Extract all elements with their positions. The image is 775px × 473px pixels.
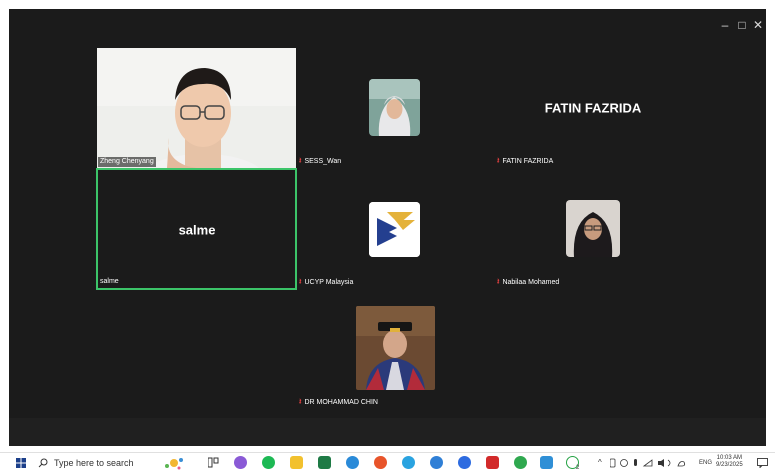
avatar-chin: [356, 306, 435, 390]
windows-start-icon[interactable]: [16, 458, 26, 468]
chrome-icon[interactable]: [346, 456, 359, 469]
avatar-ucyp: [369, 202, 420, 257]
avatar-photo: [356, 306, 435, 390]
green-app-icon[interactable]: [514, 456, 527, 469]
avatar-photo: [369, 79, 420, 136]
language-indicator[interactable]: ENG: [699, 460, 712, 467]
ucyp-logo-icon: [369, 202, 420, 257]
avatar-photo: [566, 200, 620, 257]
avatar-nabilaa: [566, 200, 620, 257]
mic-muted-icon: 𝄽: [299, 277, 302, 286]
participant-name: FATIN FAZRIDA: [502, 158, 554, 165]
avatar-sess-wan: [369, 79, 420, 136]
meeting-footer: [9, 418, 766, 446]
close-button[interactable]: ✕: [747, 15, 766, 35]
mic-muted-icon: 𝄽: [497, 156, 500, 165]
color-app-icon[interactable]: [234, 456, 247, 469]
participant-label-chin: 𝄽 DR MOHAMMAD CHIN: [299, 397, 378, 408]
participant-name: UCYP Malaysia: [304, 279, 354, 286]
participant-tile-zheng[interactable]: Zheng Chenyang: [97, 48, 296, 168]
notifications-icon[interactable]: [757, 458, 768, 468]
system-tray-icons[interactable]: [610, 458, 690, 468]
clock-time: 10:03 AM: [716, 455, 743, 461]
windows-taskbar: Type here to search 2 ^ ENG 10:03 AM 9/2…: [0, 452, 775, 473]
meeting-window: – □ ✕ Zheng Chenyang 𝄽 SESS_Wan FATIN FA…: [9, 9, 766, 446]
whatsapp-badge: 2: [576, 465, 580, 471]
telegram-icon[interactable]: [402, 456, 415, 469]
file-explorer-icon[interactable]: [290, 456, 303, 469]
participant-name: salme: [100, 278, 119, 285]
acrobat-icon[interactable]: [486, 456, 499, 469]
excel-icon[interactable]: [318, 456, 331, 469]
taskbar-search-box[interactable]: Type here to search: [38, 455, 134, 471]
tray-chevron-icon[interactable]: ^: [598, 459, 602, 467]
search-placeholder: Type here to search: [54, 458, 134, 468]
mic-muted-icon: 𝄽: [299, 156, 302, 165]
edge-icon[interactable]: [430, 456, 443, 469]
sticky-notes-icon[interactable]: [540, 456, 553, 469]
task-view-icon[interactable]: [208, 457, 219, 468]
mic-muted-icon: 𝄽: [299, 397, 302, 406]
copilot-icon[interactable]: [163, 455, 185, 471]
participant-display-name: FATIN FAZRIDA: [544, 100, 642, 116]
participant-name: DR MOHAMMAD CHIN: [304, 399, 378, 406]
taskbar-clock[interactable]: 10:03 AM 9/23/2025: [716, 455, 743, 469]
participant-name: Zheng Chenyang: [98, 157, 156, 167]
participant-tile-salme[interactable]: salme salme: [96, 168, 297, 290]
clock-date: 9/23/2025: [716, 462, 743, 468]
zoom-icon[interactable]: [458, 456, 471, 469]
participant-label-ucyp: 𝄽 UCYP Malaysia: [299, 277, 353, 288]
mic-muted-icon: 𝄽: [497, 277, 500, 286]
participant-name: Nabilaa Mohamed: [502, 279, 560, 286]
participant-label-nabilaa: 𝄽 Nabilaa Mohamed: [497, 277, 559, 288]
search-icon: [38, 458, 48, 468]
participant-display-name: salme: [178, 222, 216, 238]
participant-name: SESS_Wan: [304, 158, 342, 165]
participant-label-sess-wan: 𝄽 SESS_Wan: [299, 156, 341, 167]
spotify-icon[interactable]: [262, 456, 275, 469]
participant-video: [97, 48, 296, 168]
participant-label-fatin: 𝄽 FATIN FAZRIDA: [497, 156, 553, 167]
opera-icon[interactable]: [374, 456, 387, 469]
